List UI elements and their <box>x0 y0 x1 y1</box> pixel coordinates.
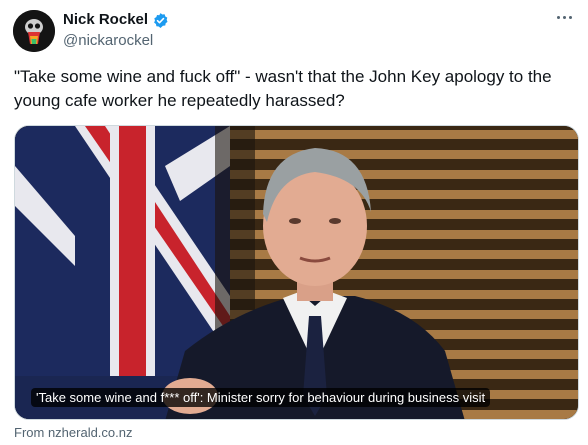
verified-badge-icon <box>154 12 168 28</box>
article-photo <box>15 126 578 419</box>
author-avatar[interactable] <box>13 10 55 52</box>
author-name-row: Nick Rockel <box>63 11 169 29</box>
author-handle[interactable]: @nickarockel <box>63 32 153 50</box>
tweet-text: "Take some wine and fuck off" - wasn't t… <box>14 67 552 110</box>
link-card[interactable]: 'Take some wine and f*** off': Minister … <box>14 125 579 420</box>
skull-avatar-icon <box>13 10 55 52</box>
more-options-icon[interactable] <box>552 8 576 26</box>
link-source[interactable]: From nzherald.co.nz <box>14 425 133 441</box>
link-card-caption: 'Take some wine and f*** off': Minister … <box>31 388 491 407</box>
author-display-name[interactable]: Nick Rockel <box>63 11 148 29</box>
